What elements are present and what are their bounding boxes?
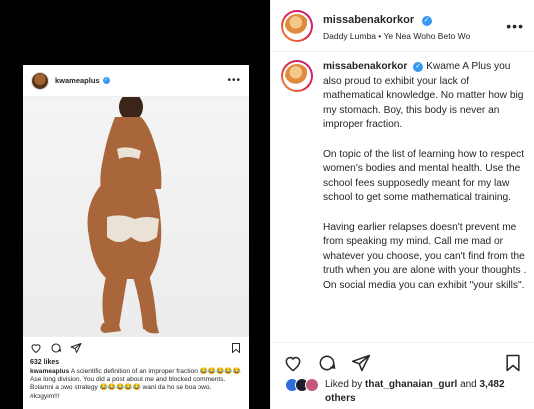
embedded-caption: kwameaplus A scientific definition of an… [23,366,249,403]
embedded-post-screenshot: kwameaplus ✓ ••• 632 likes kwameaplus A … [23,65,249,409]
liked-by: Liked by that_ghanaian_gurl and 3,482 ot… [285,378,525,406]
verified-icon: ✓ [102,77,110,84]
audio-label[interactable]: Daddy Lumba • Ye Nea Woho Beto Wo [323,31,470,41]
caption-paragraph: missabenakorkor ✓ Kwame A Plus you also … [323,60,527,133]
header-text: missabenakorkor ✓ Daddy Lumba • Ye Nea W… [323,10,470,41]
embedded-avatar [31,71,49,90]
heart-icon [31,344,41,354]
liked-prefix: Liked by [325,379,363,390]
embedded-post-header: kwameaplus ✓ ••• [23,65,249,97]
bookmark-icon [232,343,240,353]
caption-area: missabenakorkor ✓ Kwame A Plus you also … [281,60,531,342]
embedded-username: kwameaplus [55,76,100,85]
caption-avatar[interactable] [281,60,313,342]
verified-icon: ✓ [413,62,424,72]
avatar[interactable] [305,378,319,392]
embedded-actions [23,337,249,359]
liked-and: and [460,379,477,390]
more-icon: ••• [227,75,241,86]
verified-icon: ✓ [421,16,432,26]
liked-by-text: Liked by that_ghanaian_gurl and 3,482 ot… [325,378,525,406]
share-icon [70,343,82,353]
post-username[interactable]: missabenakorkor [323,14,414,26]
share-icon[interactable] [351,353,371,373]
post-actions [271,342,534,382]
caption-username[interactable]: missabenakorkor [323,61,407,72]
caption-paragraph: On topic of the list of learning how to … [323,148,525,204]
post-side-panel: missabenakorkor ✓ Daddy Lumba • Ye Nea W… [270,0,534,409]
avatar[interactable] [281,9,313,42]
comment-icon[interactable] [317,353,337,373]
liked-user[interactable]: that_ghanaian_gurl [365,379,457,390]
embedded-caption-user: kwameaplus [30,368,70,375]
photo-figure [87,93,162,334]
more-icon[interactable]: ••• [506,18,524,34]
bookmark-icon[interactable] [503,353,523,373]
caption-paragraph: Having earlier relapses doesn't prevent … [323,221,527,291]
heart-icon[interactable] [283,353,303,373]
post-media: kwameaplus ✓ ••• 632 likes kwameaplus A … [0,0,270,409]
embedded-photo [23,93,249,337]
post-header: missabenakorkor ✓ Daddy Lumba • Ye Nea W… [271,0,534,52]
comment-icon [51,343,62,353]
embedded-likes: 632 likes [30,359,60,366]
caption-body: missabenakorkor ✓ Kwame A Plus you also … [323,60,527,342]
